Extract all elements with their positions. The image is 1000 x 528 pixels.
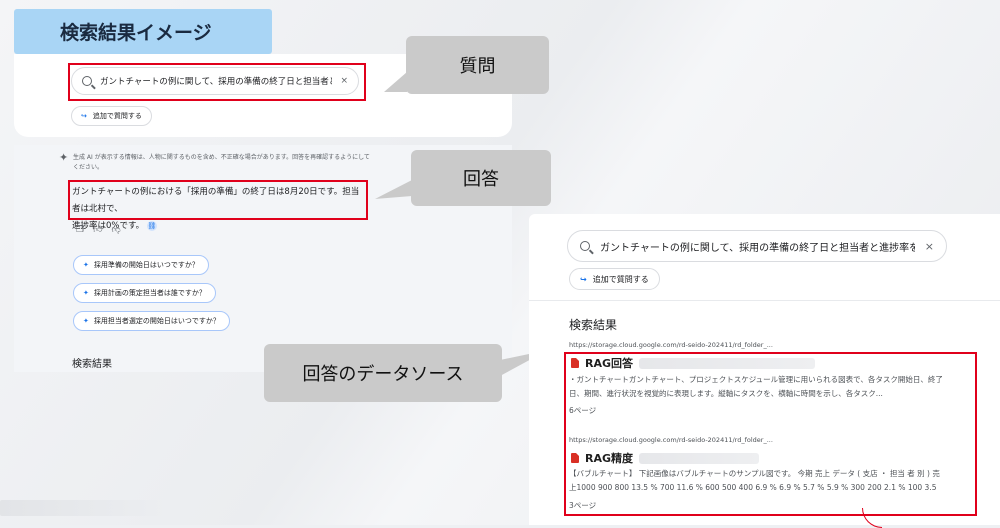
source-callout: 回答のデータソース bbox=[264, 344, 502, 402]
left-results-label: 検索結果 bbox=[72, 359, 112, 370]
suggestion-chip-1[interactable]: ✦ 採用準備の開始日はいつですか？ bbox=[73, 255, 209, 275]
question-callout-label: 質問 bbox=[459, 56, 496, 77]
spark-icon: ✦ bbox=[83, 261, 89, 269]
footer-blurred-text bbox=[0, 500, 210, 516]
slide-title: 検索結果イメージ bbox=[14, 9, 272, 54]
right-follow-up-label: 追加で質問する bbox=[592, 274, 649, 284]
right-search-query: ガントチャートの例に関して、採用の準備の終了日と担当者と進捗率を教えて bbox=[600, 242, 915, 254]
ai-disclaimer: 生成 AI が表示する情報は、人物に関するものを含め、不正確な場合があります。回… bbox=[73, 154, 370, 171]
divider bbox=[529, 300, 1000, 301]
spark-icon: ✦ bbox=[83, 317, 89, 325]
suggestion-label: 採用準備の開始日はいつですか？ bbox=[93, 261, 199, 269]
source-highlight-box bbox=[564, 352, 977, 516]
answer-highlight-box bbox=[68, 180, 368, 220]
right-results-title: 検索結果 bbox=[569, 318, 618, 332]
decorative-red-curve bbox=[862, 508, 882, 528]
right-search-input[interactable]: ガントチャートの例に関して、採用の準備の終了日と担当者と進捗率を教えて × bbox=[567, 230, 947, 262]
follow-up-arrow-icon: ↪ bbox=[81, 112, 87, 120]
result-url[interactable]: https://storage.cloud.google.com/rd-seid… bbox=[569, 341, 773, 349]
search-icon bbox=[580, 241, 590, 251]
source-link-icon[interactable]: ⛓ bbox=[146, 220, 157, 231]
right-follow-up-button[interactable]: ↪ 追加で質問する bbox=[569, 268, 660, 290]
thumbs-up-icon[interactable]: 👍︎ bbox=[93, 225, 102, 235]
question-callout: 質問 bbox=[406, 36, 549, 94]
suggestion-label: 採用計画の策定担当者は誰ですか？ bbox=[93, 289, 206, 297]
answer-callout-label: 回答 bbox=[463, 169, 499, 190]
feedback-icons: ❐ 👍︎ 👎︎ bbox=[76, 225, 121, 235]
copy-icon[interactable]: ❐ bbox=[76, 225, 84, 235]
suggestion-chip-2[interactable]: ✦ 採用計画の策定担当者は誰ですか？ bbox=[73, 283, 216, 303]
suggestion-chip-3[interactable]: ✦ 採用担当者選定の開始日はいつですか？ bbox=[73, 311, 230, 331]
right-screenshot-panel: ガントチャートの例に関して、採用の準備の終了日と担当者と進捗率を教えて × ↪ … bbox=[529, 214, 1000, 525]
spark-icon: ✦ bbox=[83, 289, 89, 297]
left-follow-up-label: 追加で質問する bbox=[92, 112, 142, 120]
question-highlight-box bbox=[68, 63, 366, 101]
suggestion-label: 採用担当者選定の開始日はいつですか？ bbox=[93, 317, 220, 325]
thumbs-down-icon[interactable]: 👎︎ bbox=[111, 225, 120, 235]
source-callout-label: 回答のデータソース bbox=[302, 364, 464, 385]
left-follow-up-button[interactable]: ↪ 追加で質問する bbox=[71, 106, 152, 126]
answer-callout: 回答 bbox=[411, 150, 551, 206]
close-icon[interactable]: × bbox=[925, 240, 934, 253]
left-screenshot-panel: ガントチャートの例に関して、採用の準備の終了日と担当者と進捗率を教えて × ↪ … bbox=[14, 54, 512, 372]
ai-sparkle-icon: ✦ bbox=[59, 151, 69, 164]
follow-up-arrow-icon: ↪ bbox=[580, 274, 587, 284]
